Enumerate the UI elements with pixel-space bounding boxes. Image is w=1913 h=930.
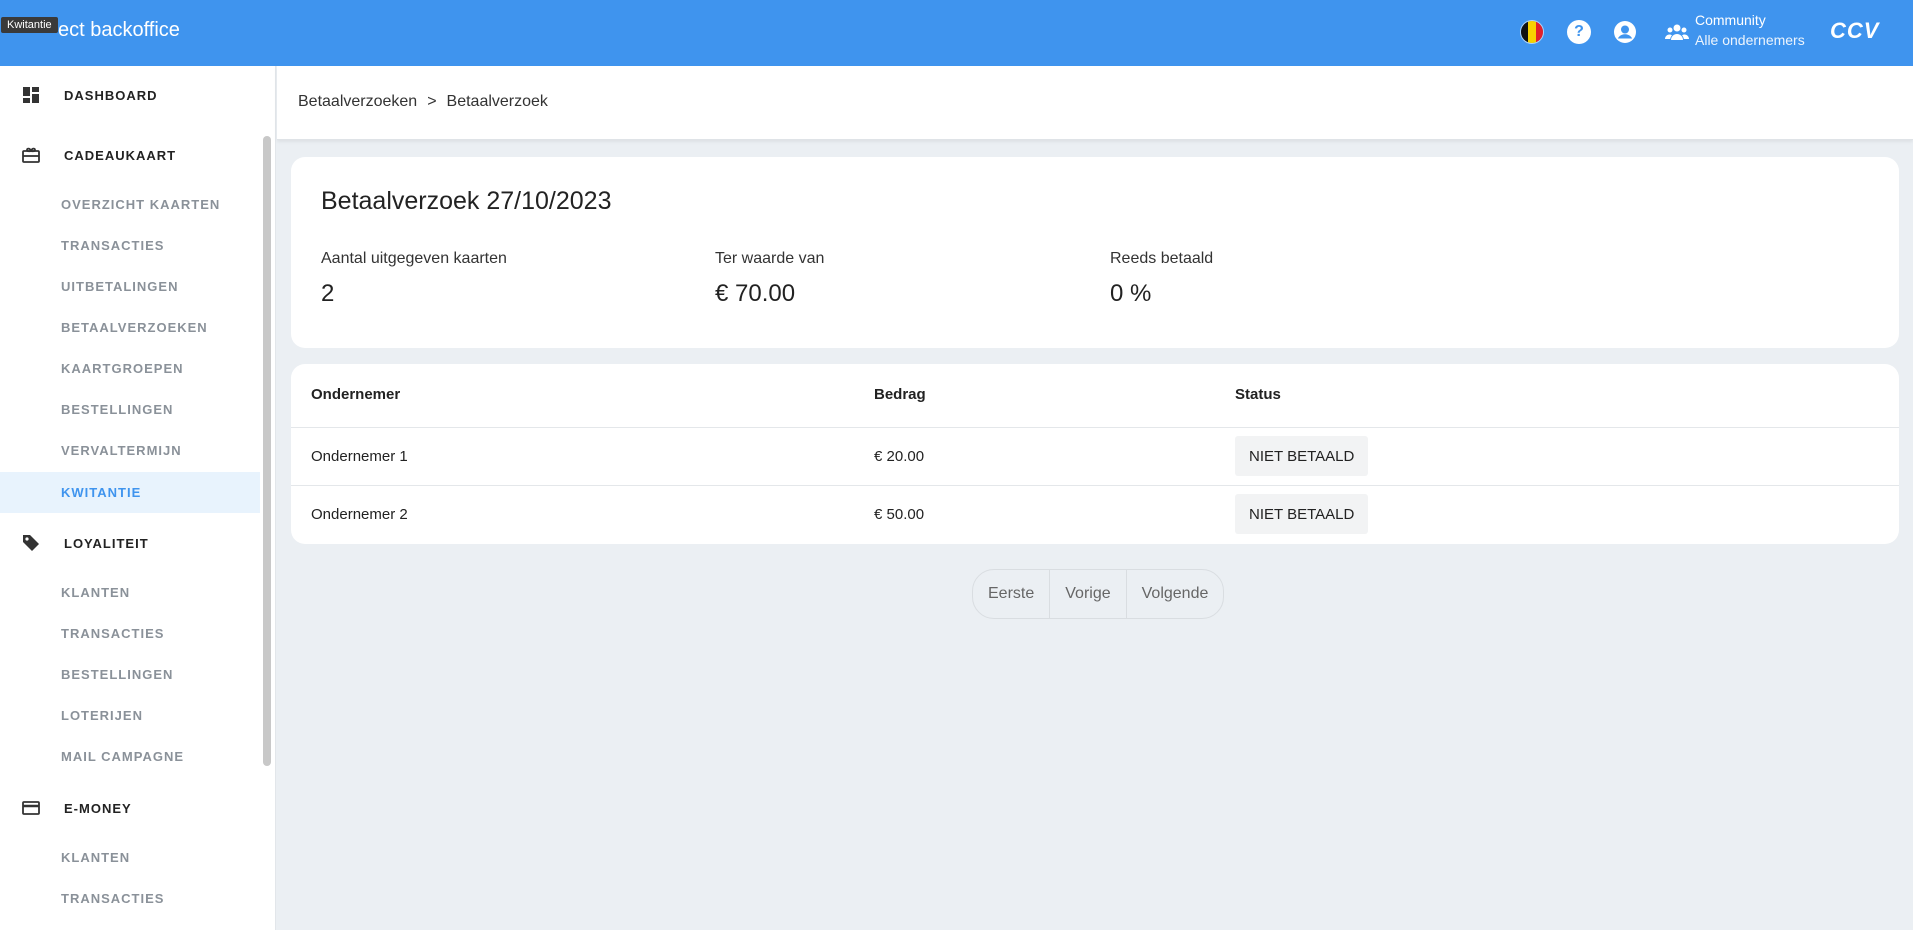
credit-card-icon bbox=[22, 799, 40, 817]
table-row[interactable]: Ondernemer 1 € 20.00 NIET BETAALD bbox=[291, 428, 1899, 486]
sidebar-section-e-money[interactable]: E-MONEY bbox=[0, 788, 260, 828]
sidebar-item-bestellingen[interactable]: BESTELLINGEN bbox=[0, 389, 260, 430]
sidebar-item-transacties-loyaliteit[interactable]: TRANSACTIES bbox=[0, 613, 260, 654]
breadcrumb-parent-link[interactable]: Betaalverzoeken bbox=[298, 93, 417, 111]
cell-bedrag: € 20.00 bbox=[874, 448, 925, 465]
breadcrumb: Betaalverzoeken > Betaalverzoek bbox=[298, 93, 548, 111]
sidebar-item-label: TRANSACTIES bbox=[61, 238, 165, 253]
help-icon[interactable]: ? bbox=[1567, 20, 1591, 44]
ccv-logo: CCV bbox=[1830, 18, 1880, 43]
cell-ondernemer: Ondernemer 2 bbox=[311, 506, 408, 523]
column-header-bedrag[interactable]: Bedrag bbox=[874, 386, 926, 403]
sidebar-item-label: TRANSACTIES bbox=[61, 626, 165, 641]
sidebar: DASHBOARD CADEAUKAART OVERZICHT KAARTEN … bbox=[0, 66, 276, 930]
sidebar-section-dashboard[interactable]: DASHBOARD bbox=[0, 75, 260, 115]
stat-label: Aantal uitgegeven kaarten bbox=[321, 250, 507, 267]
community-label: Community bbox=[1695, 12, 1766, 28]
sidebar-item-label: KLANTEN bbox=[61, 850, 131, 865]
dashboard-icon bbox=[22, 86, 40, 104]
breadcrumb-bar: Betaalverzoeken > Betaalverzoek bbox=[277, 66, 1913, 140]
status-badge: NIET BETAALD bbox=[1235, 436, 1369, 476]
stat-label: Reeds betaald bbox=[1110, 250, 1214, 267]
sidebar-item-kwitantie[interactable]: KWITANTIE bbox=[0, 472, 260, 513]
sidebar-item-label: UITBETALINGEN bbox=[61, 279, 179, 294]
sidebar-section-label: DASHBOARD bbox=[64, 87, 158, 103]
sidebar-item-klanten[interactable]: KLANTEN bbox=[0, 572, 260, 613]
sidebar-item-label: TRANSACTIES bbox=[61, 891, 165, 906]
sidebar-item-betaalverzoeken[interactable]: BETAALVERZOEKEN bbox=[0, 307, 260, 348]
sidebar-item-loterijen[interactable]: LOTERIJEN bbox=[0, 695, 260, 736]
community-sub: Alle ondernemers bbox=[1695, 32, 1805, 48]
sidebar-item-label: VERVALTERMIJN bbox=[61, 443, 182, 458]
sidebar-item-label: KLANTEN bbox=[61, 585, 131, 600]
sidebar-item-label: BESTELLINGEN bbox=[61, 402, 174, 417]
column-header-status[interactable]: Status bbox=[1235, 386, 1281, 403]
tag-icon bbox=[22, 534, 40, 552]
account-icon[interactable] bbox=[1613, 20, 1637, 44]
sidebar-item-uitbetalingen[interactable]: UITBETALINGEN bbox=[0, 266, 260, 307]
sidebar-section-label: LOYALITEIT bbox=[64, 535, 149, 551]
sidebar-section-cadeaukaart[interactable]: CADEAUKAART bbox=[0, 135, 260, 175]
pager-first-button[interactable]: Eerste bbox=[973, 570, 1051, 618]
column-header-ondernemer[interactable]: Ondernemer bbox=[311, 386, 400, 403]
community-icon[interactable] bbox=[1665, 20, 1689, 44]
sidebar-item-transacties[interactable]: TRANSACTIES bbox=[0, 225, 260, 266]
sidebar-item-label: KAARTGROEPEN bbox=[61, 361, 184, 376]
table-header: Ondernemer Bedrag Status bbox=[291, 364, 1899, 428]
sidebar-item-label: BESTELLINGEN bbox=[61, 667, 174, 682]
sidebar-section-label: E-MONEY bbox=[64, 800, 132, 816]
stat-value: 2 bbox=[321, 280, 335, 307]
breadcrumb-current: Betaalverzoek bbox=[446, 93, 548, 110]
payment-table: Ondernemer Bedrag Status Ondernemer 1 € … bbox=[291, 364, 1899, 544]
table-row[interactable]: Ondernemer 2 € 50.00 NIET BETAALD bbox=[291, 486, 1899, 544]
cell-bedrag: € 50.00 bbox=[874, 506, 925, 523]
pagination: Eerste Vorige Volgende bbox=[972, 569, 1225, 619]
sidebar-item-label: LOTERIJEN bbox=[61, 708, 143, 723]
community-selector[interactable]: Community Alle ondernemers bbox=[1695, 10, 1805, 50]
stat-cards-issued: Aantal uitgegeven kaarten 2 bbox=[321, 250, 507, 308]
sidebar-item-vervaltermijn[interactable]: VERVALTERMIJN bbox=[0, 430, 260, 471]
breadcrumb-separator: > bbox=[427, 93, 437, 110]
stat-label: Ter waarde van bbox=[715, 250, 825, 267]
summary-card: Betaalverzoek 27/10/2023 Aantal uitgegev… bbox=[291, 157, 1899, 348]
cell-ondernemer: Ondernemer 1 bbox=[311, 448, 408, 465]
page-title: Betaalverzoek 27/10/2023 bbox=[321, 187, 612, 215]
sidebar-scrollbar[interactable] bbox=[263, 136, 271, 766]
top-bar: ect backoffice Kwitantie ? Community All… bbox=[0, 0, 1913, 66]
gift-card-icon bbox=[22, 146, 40, 164]
tooltip: Kwitantie bbox=[1, 17, 58, 33]
stat-value: 0 % bbox=[1110, 280, 1152, 307]
sidebar-item-label: KWITANTIE bbox=[61, 485, 142, 500]
stat-value: € 70.00 bbox=[715, 280, 796, 307]
sidebar-item-label: MAIL CAMPAGNE bbox=[61, 749, 185, 764]
stat-paid-percentage: Reeds betaald 0 % bbox=[1110, 250, 1213, 308]
sidebar-item-label: BETAALVERZOEKEN bbox=[61, 320, 208, 335]
sidebar-section-loyaliteit[interactable]: LOYALITEIT bbox=[0, 523, 260, 563]
stat-total-value: Ter waarde van € 70.00 bbox=[715, 250, 824, 308]
sidebar-item-klanten-emoney[interactable]: KLANTEN bbox=[0, 837, 260, 878]
sidebar-item-overzicht-kaarten[interactable]: OVERZICHT KAARTEN bbox=[0, 184, 260, 225]
sidebar-item-mail-campagne[interactable]: MAIL CAMPAGNE bbox=[0, 736, 260, 777]
sidebar-section-label: CADEAUKAART bbox=[64, 147, 177, 163]
app-title: ect backoffice bbox=[58, 19, 180, 41]
pager-prev-button[interactable]: Vorige bbox=[1050, 570, 1127, 618]
sidebar-item-bestellingen-loyaliteit[interactable]: BESTELLINGEN bbox=[0, 654, 260, 695]
sidebar-item-label: OVERZICHT KAARTEN bbox=[61, 197, 221, 212]
sidebar-item-kaartgroepen[interactable]: KAARTGROEPEN bbox=[0, 348, 260, 389]
belgium-flag-icon[interactable] bbox=[1520, 20, 1544, 44]
status-badge: NIET BETAALD bbox=[1235, 494, 1369, 534]
sidebar-item-transacties-emoney[interactable]: TRANSACTIES bbox=[0, 878, 260, 919]
pager-next-button[interactable]: Volgende bbox=[1127, 570, 1224, 618]
